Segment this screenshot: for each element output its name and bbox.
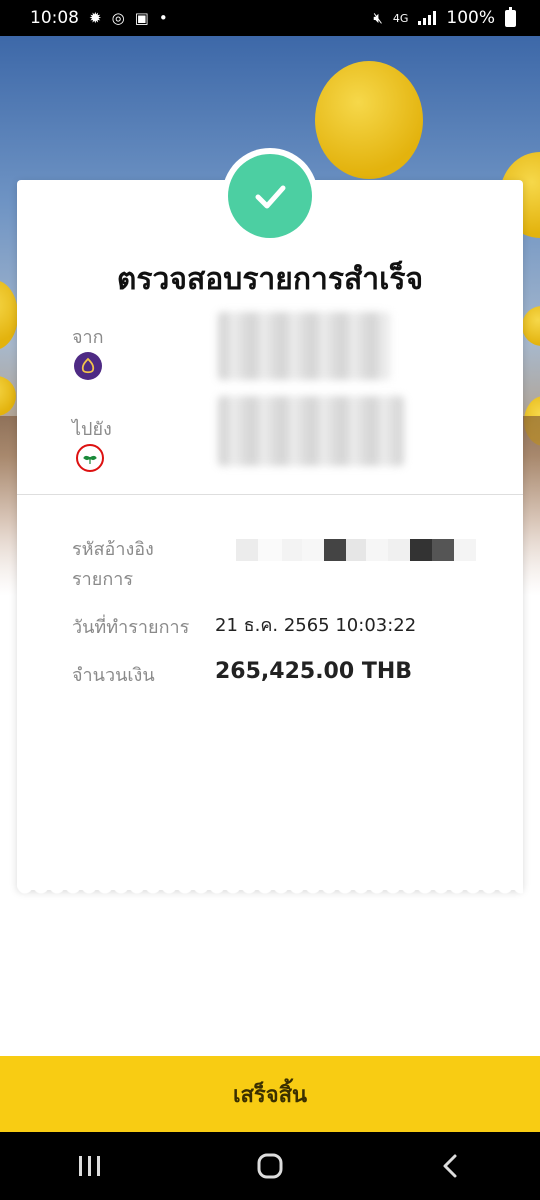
- network-type: 4G: [392, 11, 409, 25]
- kbank-bank-icon: [76, 444, 104, 472]
- amount-value: 265,425.00 THB: [215, 659, 413, 684]
- sync-icon: ◎: [111, 8, 125, 27]
- home-button[interactable]: [240, 1146, 300, 1186]
- date-value: 21 ธ.ค. 2565 10:03:22: [215, 615, 417, 636]
- reference-label: รหัสอ้างอิง: [72, 539, 154, 560]
- done-button[interactable]: เสร็จสิ้น: [0, 1056, 540, 1132]
- from-account-redacted: [218, 312, 390, 380]
- back-icon: [443, 1154, 457, 1178]
- scb-bank-icon: [74, 352, 102, 380]
- receipt-torn-edge: [17, 886, 523, 902]
- battery-icon: [505, 6, 516, 27]
- navigation-bar: [0, 1132, 540, 1200]
- date-label: วันที่ทำรายการ: [72, 617, 190, 638]
- balloon-image: [0, 376, 16, 416]
- balloon-image: [315, 61, 423, 179]
- balloon-image: [522, 306, 540, 346]
- amount-label: จำนวนเงิน: [72, 665, 155, 686]
- status-right: 🔇︎ 4G 100%: [373, 6, 516, 28]
- status-bar: 10:08 ✹ ◎ ▣ • 🔇︎ 4G 100%: [0, 0, 540, 36]
- from-label: จาก: [72, 327, 104, 348]
- reference-label-line2: รายการ: [72, 569, 133, 590]
- to-label: ไปยัง: [72, 419, 112, 440]
- reference-redacted: [236, 539, 496, 561]
- mute-icon: 🔇︎: [373, 8, 383, 27]
- home-icon: [257, 1153, 283, 1179]
- brightness-icon: ✹: [89, 8, 102, 27]
- recent-apps-button[interactable]: [60, 1146, 120, 1186]
- check-icon: [228, 154, 312, 238]
- signal-icon: [418, 11, 437, 25]
- divider: [17, 494, 523, 495]
- to-account-redacted: [218, 396, 404, 466]
- back-button[interactable]: [420, 1146, 480, 1186]
- app-notification-icon: ▣: [134, 8, 149, 27]
- success-badge: [222, 148, 318, 244]
- recent-apps-icon: [79, 1156, 100, 1176]
- battery-percent: 100%: [446, 8, 495, 28]
- status-time: 10:08: [30, 8, 79, 28]
- page-title: ตรวจสอบรายการสำเร็จ: [116, 262, 424, 297]
- status-left: 10:08 ✹ ◎ ▣ •: [30, 8, 168, 28]
- dot-icon: •: [158, 8, 168, 27]
